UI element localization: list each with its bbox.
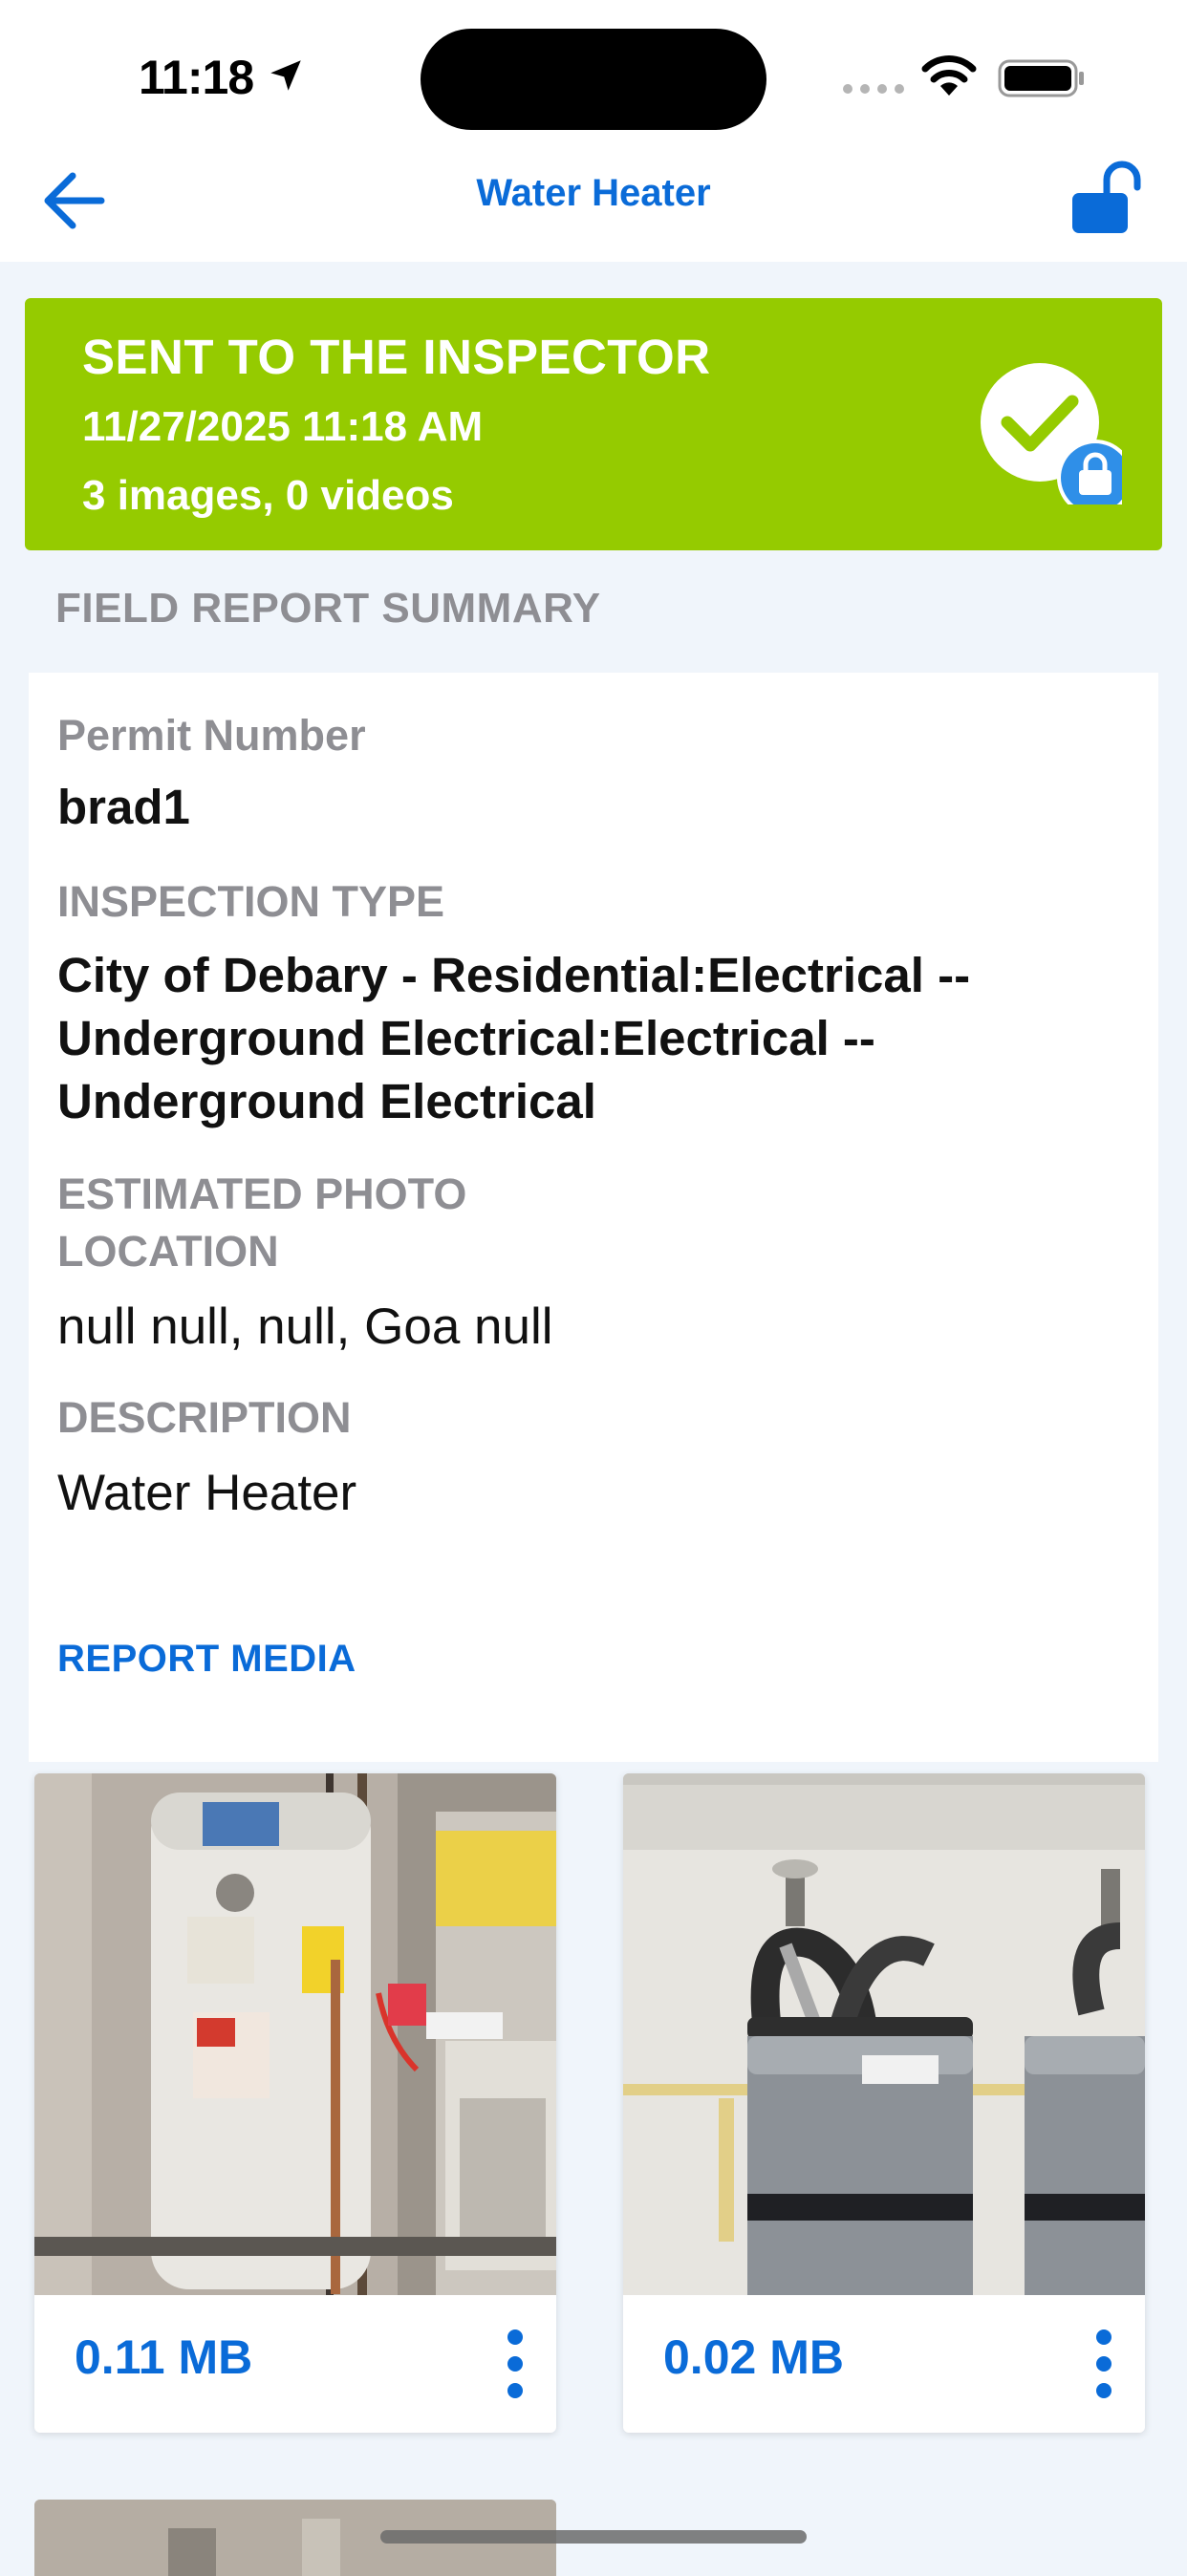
banner-media-counts: 3 images, 0 videos <box>82 472 454 519</box>
permit-number-label: Permit Number <box>57 711 366 760</box>
status-time: 11:18 <box>139 51 254 104</box>
cellular-signal-icon <box>843 84 904 94</box>
page-title: Water Heater <box>476 172 711 214</box>
estimated-location-label: ESTIMATED PHOTO LOCATION <box>57 1166 466 1280</box>
inspection-type-line: Underground Electrical:Electrical -- <box>57 1011 875 1065</box>
more-options-icon[interactable] <box>1090 2328 1118 2400</box>
permit-number-value: brad1 <box>57 780 190 834</box>
battery-icon <box>998 59 1084 97</box>
status-bar: 11:18 <box>0 0 1187 153</box>
inspection-type-line: Underground Electrical <box>57 1074 596 1128</box>
report-media-link[interactable]: REPORT MEDIA <box>57 1638 356 1681</box>
more-options-icon[interactable] <box>501 2328 529 2400</box>
location-arrow-icon <box>270 60 301 91</box>
home-indicator <box>380 2530 807 2544</box>
inspection-type-value: City of Debary - Residential:Electrical … <box>57 944 1128 1133</box>
description-value: Water Heater <box>57 1465 357 1521</box>
section-header-field-report-summary: FIELD REPORT SUMMARY <box>55 585 601 632</box>
water-heater-photo-thumbnail[interactable] <box>34 1773 556 2295</box>
water-heater-photo-thumbnail[interactable] <box>623 1773 1145 2295</box>
sent-status-banner: SENT TO THE INSPECTOR 11/27/2025 11:18 A… <box>25 298 1162 550</box>
media-card[interactable]: 0.02 MB <box>623 1773 1145 2433</box>
nav-bar: Water Heater <box>0 153 1187 262</box>
inspection-type-label: INSPECTION TYPE <box>57 877 445 926</box>
media-file-size: 0.11 MB <box>75 2330 253 2384</box>
estimated-location-label-line: LOCATION <box>57 1227 279 1276</box>
description-label: DESCRIPTION <box>57 1393 352 1442</box>
media-file-size: 0.02 MB <box>663 2330 844 2384</box>
wifi-icon <box>921 55 977 96</box>
banner-title: SENT TO THE INSPECTOR <box>82 330 711 384</box>
dynamic-island <box>421 29 766 130</box>
estimated-location-label-line: ESTIMATED PHOTO <box>57 1170 467 1218</box>
media-card[interactable]: 0.11 MB <box>34 1773 556 2433</box>
unlock-icon[interactable] <box>1065 157 1145 237</box>
check-lock-badge-icon <box>981 363 1122 504</box>
banner-date: 11/27/2025 11:18 AM <box>82 403 484 450</box>
estimated-location-value: null null, null, Goa null <box>57 1299 553 1355</box>
inspection-type-line: City of Debary - Residential:Electrical … <box>57 948 971 1002</box>
field-report-summary-card: Permit Number brad1 INSPECTION TYPE City… <box>29 673 1158 1762</box>
